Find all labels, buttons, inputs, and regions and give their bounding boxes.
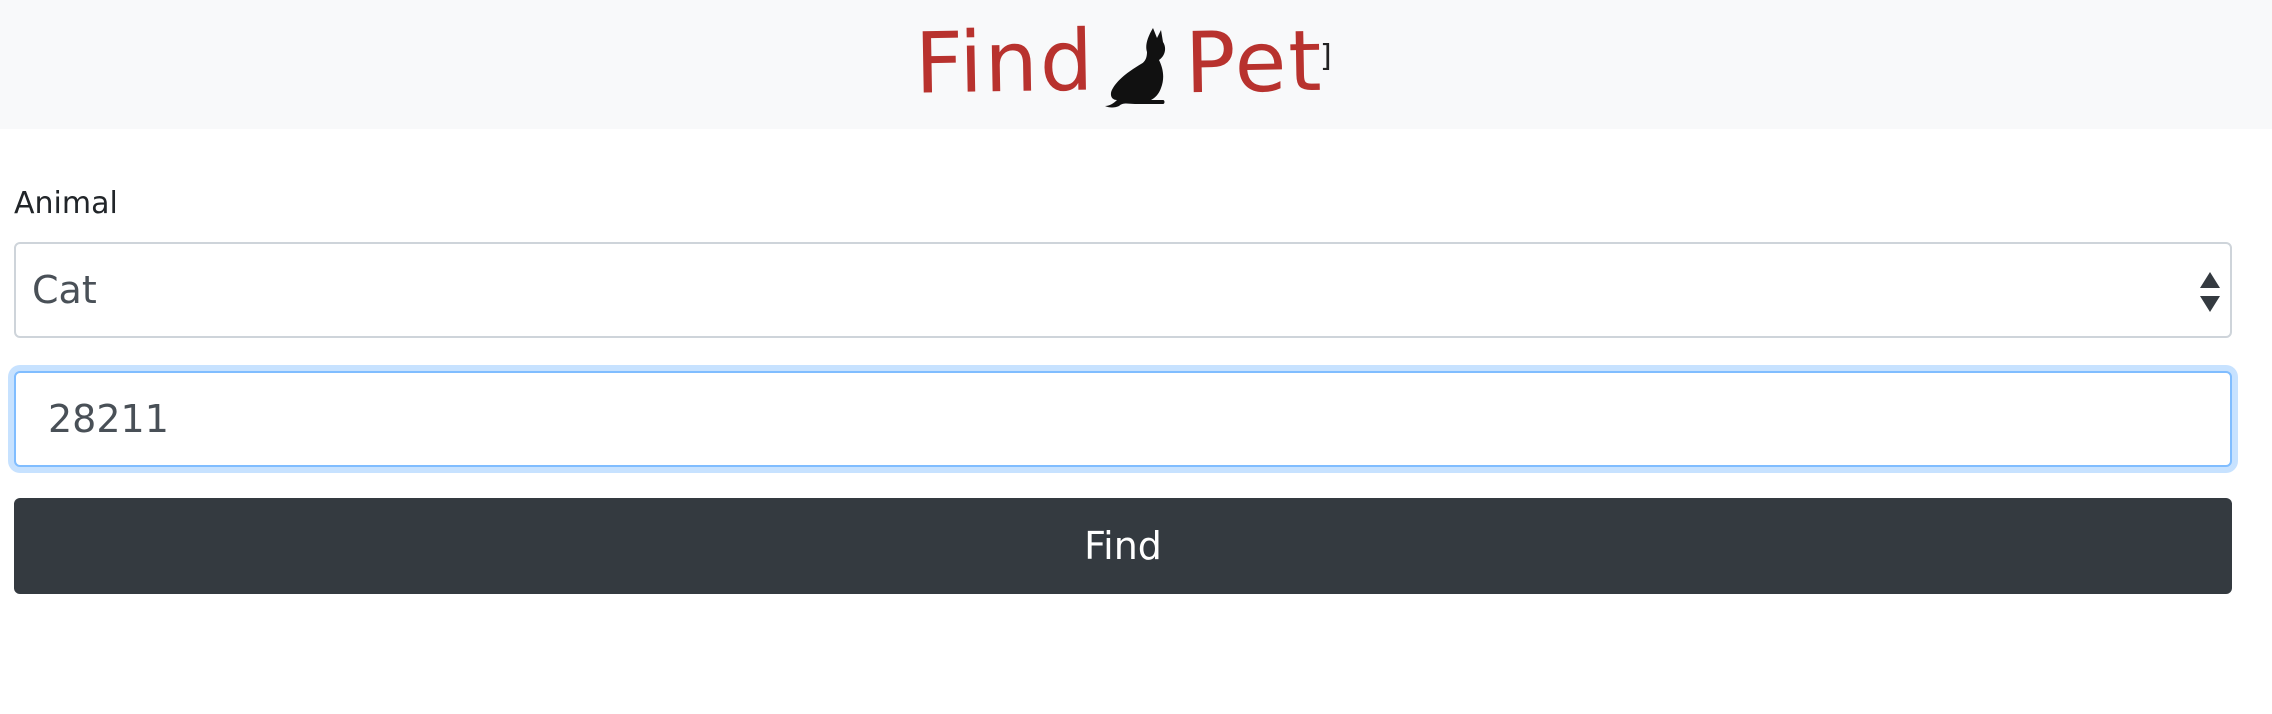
stray-bracket-text: ]: [1320, 39, 1332, 74]
cat-silhouette-icon: [1105, 28, 1166, 108]
zip-code-input[interactable]: [14, 371, 2232, 467]
animal-select[interactable]: Cat: [14, 242, 2232, 338]
find-button[interactable]: Find: [14, 498, 2232, 594]
select-updown-icon: [2200, 272, 2220, 312]
navbar: Find Pet ]: [0, 0, 2272, 129]
logo-text-find: Find: [914, 11, 1096, 113]
animal-select-value: Cat: [32, 268, 97, 312]
logo[interactable]: Find Pet: [914, 8, 1325, 113]
animal-label: Animal: [14, 186, 118, 221]
logo-text-pet: Pet: [1184, 11, 1325, 113]
